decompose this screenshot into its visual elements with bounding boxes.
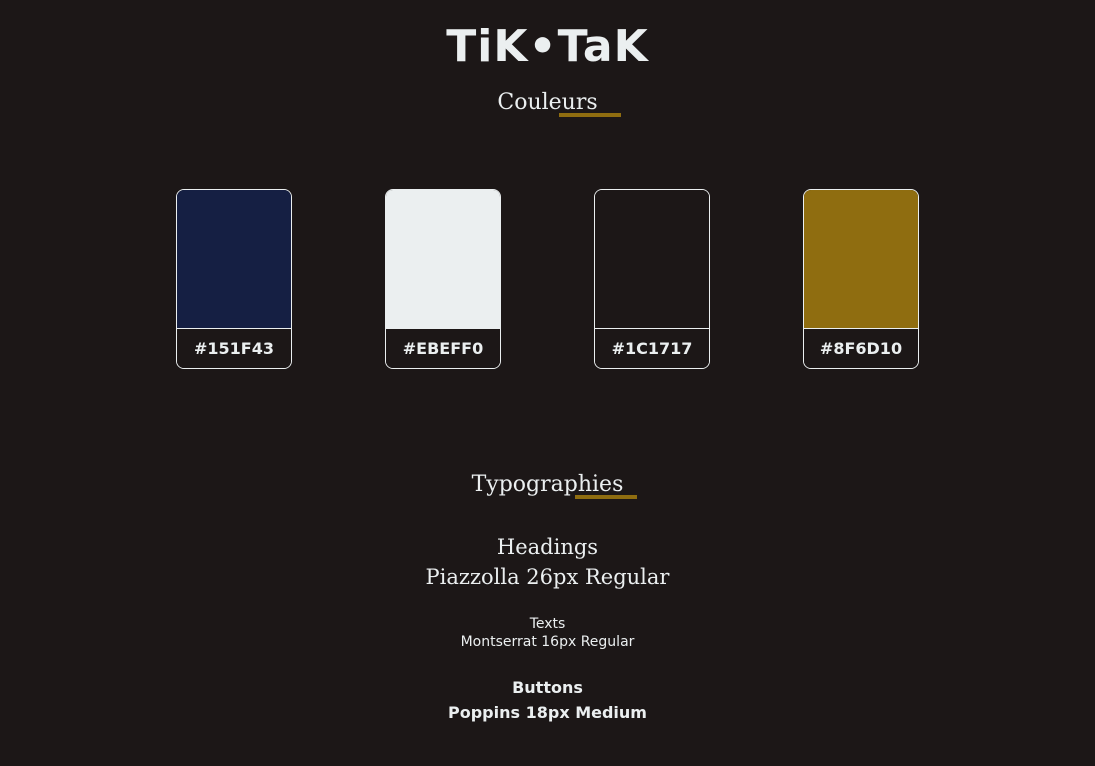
buttons-label: Buttons xyxy=(512,678,583,697)
brand-logo: TiK•TaK xyxy=(446,21,649,72)
color-swatch-gold: #8F6D10 xyxy=(803,189,919,369)
typography-title-text: Typographies xyxy=(471,472,624,497)
buttons-spec: Poppins 18px Medium xyxy=(448,703,647,722)
color-swatch-light: #EBEFF0 xyxy=(385,189,501,369)
color-swatch-dark: #1C1717 xyxy=(594,189,710,369)
swatch-hex-label: #1C1717 xyxy=(595,329,709,368)
headings-label: Headings xyxy=(496,535,599,559)
texts-spec: Montserrat 16px Regular xyxy=(460,634,635,650)
swatch-hex-label: #8F6D10 xyxy=(804,329,918,368)
colors-title-text: Couleurs xyxy=(497,90,598,115)
color-swatch-navy: #151F43 xyxy=(176,189,292,369)
typography-section-title: Typographies xyxy=(0,470,1095,500)
colors-section-title: Couleurs xyxy=(0,88,1095,118)
swatch-color-block xyxy=(386,190,500,329)
swatch-color-block xyxy=(177,190,291,329)
title-underline-accent xyxy=(559,113,622,117)
headings-spec: Piazzolla 26px Regular xyxy=(425,565,670,589)
swatch-color-block xyxy=(595,190,709,329)
swatch-hex-label: #EBEFF0 xyxy=(386,329,500,368)
swatch-color-block xyxy=(804,190,918,329)
title-underline-accent xyxy=(574,495,637,499)
swatch-hex-label: #151F43 xyxy=(177,329,291,368)
texts-label: Texts xyxy=(529,616,566,632)
